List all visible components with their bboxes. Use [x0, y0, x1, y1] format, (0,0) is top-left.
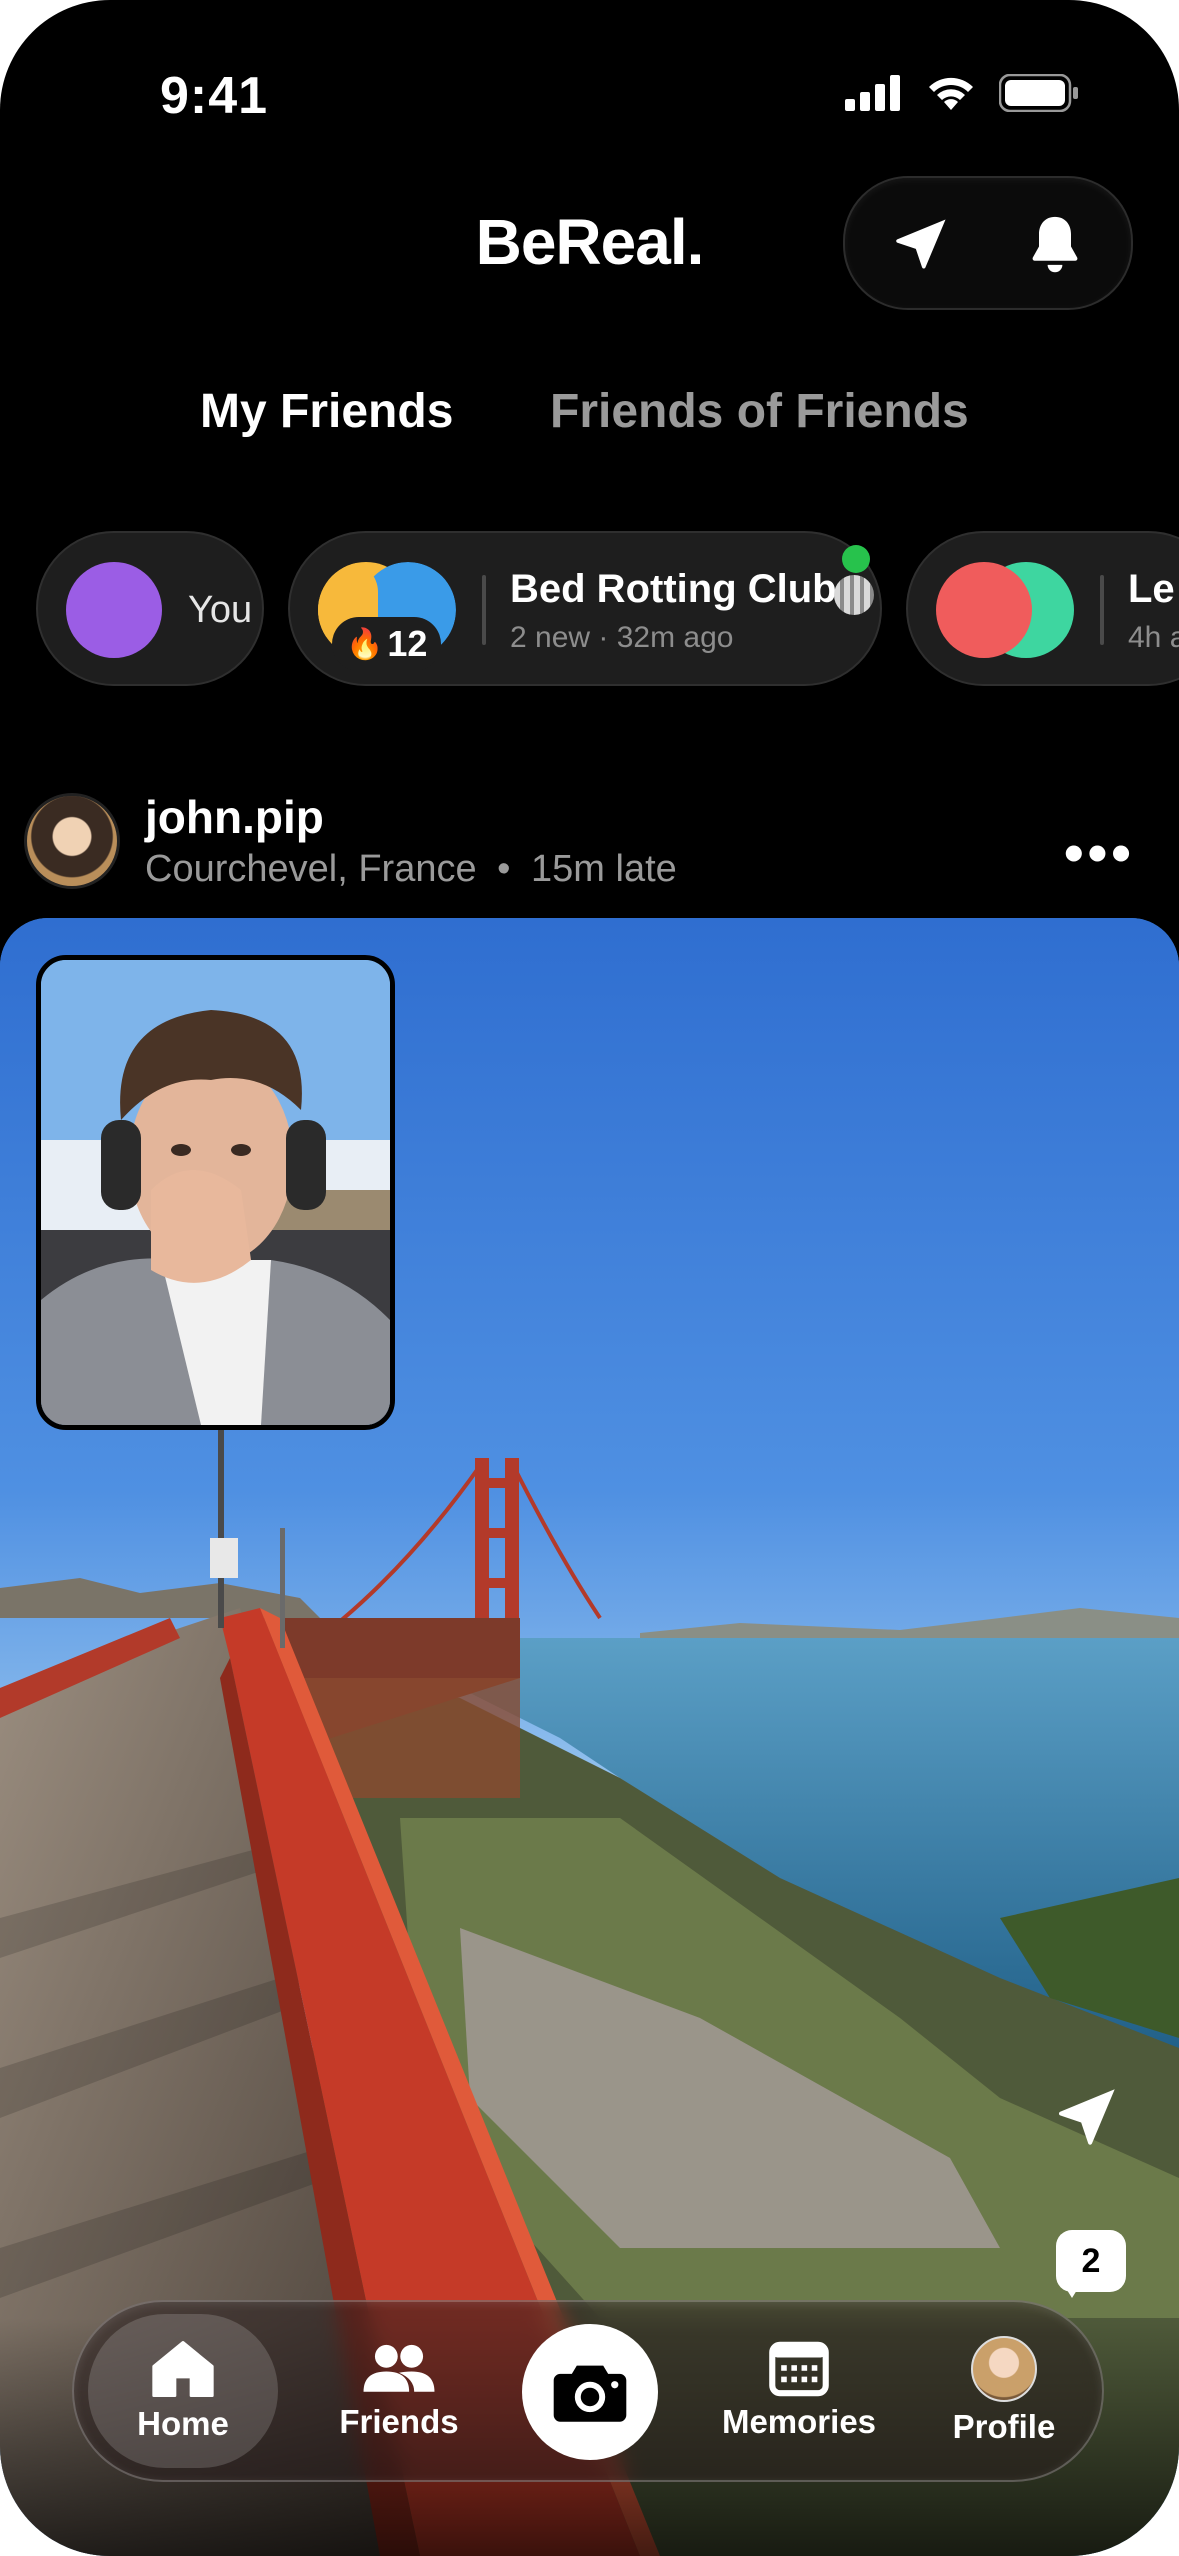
- group-title: Bed Rotting Club: [510, 567, 837, 611]
- online-indicator: [842, 545, 870, 573]
- friends-icon: [363, 2344, 435, 2392]
- post-author-avatar[interactable]: [24, 793, 120, 889]
- notifications-button[interactable]: [1015, 206, 1095, 282]
- nav-home-label: Home: [137, 2405, 229, 2442]
- post-meta: Courchevel, France • 15m late: [145, 848, 677, 891]
- disco-ball-icon: [834, 575, 874, 615]
- chip-group-bed-rotting-club[interactable]: 🔥 12 Bed Rotting Club 2 new · 32m ago: [288, 531, 882, 686]
- wifi-icon: [929, 77, 973, 110]
- group-subtitle: 4h a: [1128, 621, 1179, 654]
- chip-group-third[interactable]: Le 4h a: [906, 531, 1179, 686]
- comments-count: 2: [1081, 2241, 1101, 2280]
- profile-avatar: [971, 2336, 1037, 2402]
- post-username[interactable]: john.pip: [145, 790, 324, 844]
- tab-friends-of-friends[interactable]: Friends of Friends: [550, 384, 969, 439]
- home-icon: [152, 2340, 214, 2397]
- send-button[interactable]: [881, 206, 961, 282]
- camera-button[interactable]: [522, 2324, 658, 2460]
- streak-badge: 🔥 12: [332, 617, 442, 671]
- bottom-nav: Home Friends Memories Profile: [72, 2300, 1104, 2482]
- nav-profile[interactable]: Profile: [924, 2302, 1084, 2480]
- post-location[interactable]: Courchevel, France: [145, 848, 477, 890]
- battery-icon: [999, 74, 1078, 112]
- meta-separator: •: [497, 848, 511, 890]
- nav-profile-label: Profile: [952, 2408, 1056, 2445]
- chip-divider: [1100, 575, 1104, 645]
- post-selfie-photo[interactable]: [36, 955, 395, 1430]
- nav-friends[interactable]: Friends: [314, 2302, 484, 2480]
- you-label: You: [188, 589, 253, 631]
- streak-count: 12: [387, 623, 428, 664]
- status-icons: [845, 74, 1079, 112]
- post-lateness: 15m late: [531, 848, 677, 890]
- chip-divider: [482, 575, 486, 645]
- you-avatar: [66, 562, 162, 658]
- camera-icon: [553, 2365, 627, 2422]
- header-actions: [843, 176, 1133, 310]
- nav-memories-label: Memories: [721, 2403, 877, 2440]
- comment-bubble-tail: [1062, 2282, 1082, 2298]
- group-title: Le: [1128, 567, 1175, 611]
- phone-screen: 9:41 BeReal. My Friends Friends of Frien…: [0, 0, 1179, 2556]
- nav-home[interactable]: Home: [88, 2314, 278, 2468]
- chip-you[interactable]: You: [36, 531, 264, 686]
- signal-icon: [845, 75, 900, 111]
- group-subtitle: 2 new · 32m ago: [510, 621, 734, 654]
- calendar-icon: [769, 2341, 829, 2397]
- flame-icon: 🔥: [346, 627, 384, 661]
- tab-my-friends[interactable]: My Friends: [200, 384, 453, 439]
- nav-memories[interactable]: Memories: [694, 2302, 904, 2480]
- more-options-icon[interactable]: •••: [1064, 820, 1135, 885]
- bell-icon: [1032, 216, 1078, 273]
- paper-plane-icon: [896, 219, 946, 269]
- status-time: 9:41: [160, 67, 269, 125]
- group-avatar-red: [936, 562, 1032, 658]
- share-icon[interactable]: [1052, 2082, 1122, 2152]
- nav-friends-label: Friends: [339, 2403, 459, 2440]
- selfie-portrait: [41, 960, 390, 1425]
